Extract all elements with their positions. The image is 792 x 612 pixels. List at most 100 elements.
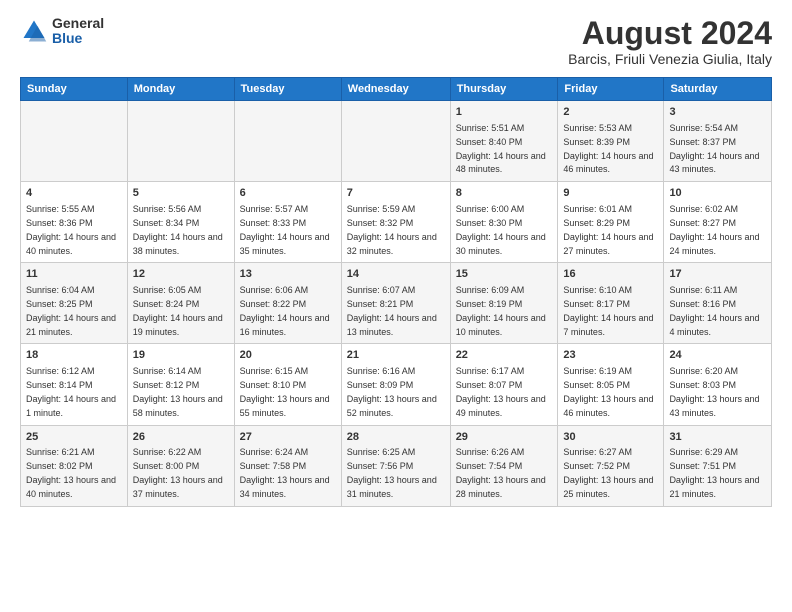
week-row-4: 18Sunrise: 6:12 AM Sunset: 8:14 PM Dayli… xyxy=(21,344,772,425)
week-row-2: 4Sunrise: 5:55 AM Sunset: 8:36 PM Daylig… xyxy=(21,182,772,263)
col-header-wednesday: Wednesday xyxy=(341,78,450,101)
logo-icon xyxy=(20,17,48,45)
day-number: 20 xyxy=(240,348,336,363)
day-cell xyxy=(234,101,341,182)
day-cell: 14 Sunrise: 6:07 AM Sunset: 8:21 PM Dayli… xyxy=(341,263,450,344)
day-info: Sunrise: 6:17 AM Sunset: 8:07 PM Dayligh… xyxy=(456,366,546,417)
day-info: Sunrise: 6:26 AM Sunset: 7:54 PM Dayligh… xyxy=(456,447,546,498)
day-cell: 26 Sunrise: 6:22 AM Sunset: 8:00 PM Dayli… xyxy=(127,425,234,506)
day-cell: 12 Sunrise: 6:05 AM Sunset: 8:24 PM Dayli… xyxy=(127,263,234,344)
day-number: 23 xyxy=(563,348,658,363)
day-cell: 16 Sunrise: 6:10 AM Sunset: 8:17 PM Dayli… xyxy=(558,263,664,344)
day-cell: 19Sunrise: 6:14 AM Sunset: 8:12 PM Dayli… xyxy=(127,344,234,425)
week-row-1: 1Sunrise: 5:51 AM Sunset: 8:40 PM Daylig… xyxy=(21,101,772,182)
day-info: Sunrise: 6:19 AM Sunset: 8:05 PM Dayligh… xyxy=(563,366,653,417)
day-info: Sunrise: 6:07 AM Sunset: 8:21 PM Dayligh… xyxy=(347,285,437,336)
day-cell: 6 Sunrise: 5:57 AM Sunset: 8:33 PM Daylig… xyxy=(234,182,341,263)
day-info: Sunrise: 6:00 AM Sunset: 8:30 PM Dayligh… xyxy=(456,204,546,255)
day-number: 16 xyxy=(563,267,658,282)
day-info: Sunrise: 6:16 AM Sunset: 8:09 PM Dayligh… xyxy=(347,366,437,417)
day-number: 19 xyxy=(133,348,229,363)
day-cell: 9 Sunrise: 6:01 AM Sunset: 8:29 PM Daylig… xyxy=(558,182,664,263)
day-info: Sunrise: 6:25 AM Sunset: 7:56 PM Dayligh… xyxy=(347,447,437,498)
day-number: 24 xyxy=(669,348,766,363)
day-info: Sunrise: 6:24 AM Sunset: 7:58 PM Dayligh… xyxy=(240,447,330,498)
day-cell: 15Sunrise: 6:09 AM Sunset: 8:19 PM Dayli… xyxy=(450,263,558,344)
day-info: Sunrise: 5:59 AM Sunset: 8:32 PM Dayligh… xyxy=(347,204,437,255)
page: General Blue August 2024 Barcis, Friuli … xyxy=(0,0,792,612)
day-cell: 17 Sunrise: 6:11 AM Sunset: 8:16 PM Dayli… xyxy=(664,263,772,344)
logo-text: General Blue xyxy=(52,16,104,47)
day-cell: 11Sunrise: 6:04 AM Sunset: 8:25 PM Dayli… xyxy=(21,263,128,344)
day-cell: 20 Sunrise: 6:15 AM Sunset: 8:10 PM Dayli… xyxy=(234,344,341,425)
day-number: 8 xyxy=(456,186,553,201)
calendar-table: SundayMondayTuesdayWednesdayThursdayFrid… xyxy=(20,77,772,506)
day-info: Sunrise: 6:15 AM Sunset: 8:10 PM Dayligh… xyxy=(240,366,330,417)
col-header-saturday: Saturday xyxy=(664,78,772,101)
header: General Blue August 2024 Barcis, Friuli … xyxy=(20,16,772,67)
day-info: Sunrise: 6:22 AM Sunset: 8:00 PM Dayligh… xyxy=(133,447,223,498)
day-number: 3 xyxy=(669,105,766,120)
day-number: 17 xyxy=(669,267,766,282)
day-cell: 24 Sunrise: 6:20 AM Sunset: 8:03 PM Dayli… xyxy=(664,344,772,425)
week-row-5: 25Sunrise: 6:21 AM Sunset: 8:02 PM Dayli… xyxy=(21,425,772,506)
col-header-thursday: Thursday xyxy=(450,78,558,101)
day-cell: 1Sunrise: 5:51 AM Sunset: 8:40 PM Daylig… xyxy=(450,101,558,182)
day-cell: 21 Sunrise: 6:16 AM Sunset: 8:09 PM Dayli… xyxy=(341,344,450,425)
day-info: Sunrise: 6:11 AM Sunset: 8:16 PM Dayligh… xyxy=(669,285,759,336)
day-info: Sunrise: 5:54 AM Sunset: 8:37 PM Dayligh… xyxy=(669,123,759,174)
day-number: 26 xyxy=(133,430,229,445)
subtitle: Barcis, Friuli Venezia Giulia, Italy xyxy=(568,51,772,67)
day-cell: 23 Sunrise: 6:19 AM Sunset: 8:05 PM Dayli… xyxy=(558,344,664,425)
day-number: 21 xyxy=(347,348,445,363)
day-cell: 29 Sunrise: 6:26 AM Sunset: 7:54 PM Dayli… xyxy=(450,425,558,506)
day-cell: 2Sunrise: 5:53 AM Sunset: 8:39 PM Daylig… xyxy=(558,101,664,182)
day-cell: 7Sunrise: 5:59 AM Sunset: 8:32 PM Daylig… xyxy=(341,182,450,263)
day-cell: 10Sunrise: 6:02 AM Sunset: 8:27 PM Dayli… xyxy=(664,182,772,263)
logo: General Blue xyxy=(20,16,104,47)
logo-blue-text: Blue xyxy=(52,31,104,46)
day-info: Sunrise: 6:09 AM Sunset: 8:19 PM Dayligh… xyxy=(456,285,546,336)
day-cell: 22Sunrise: 6:17 AM Sunset: 8:07 PM Dayli… xyxy=(450,344,558,425)
day-cell: 18Sunrise: 6:12 AM Sunset: 8:14 PM Dayli… xyxy=(21,344,128,425)
day-number: 28 xyxy=(347,430,445,445)
day-cell xyxy=(21,101,128,182)
col-header-friday: Friday xyxy=(558,78,664,101)
calendar-header-row: SundayMondayTuesdayWednesdayThursdayFrid… xyxy=(21,78,772,101)
day-info: Sunrise: 6:20 AM Sunset: 8:03 PM Dayligh… xyxy=(669,366,759,417)
day-number: 1 xyxy=(456,105,553,120)
day-cell xyxy=(341,101,450,182)
day-info: Sunrise: 5:57 AM Sunset: 8:33 PM Dayligh… xyxy=(240,204,330,255)
day-info: Sunrise: 6:05 AM Sunset: 8:24 PM Dayligh… xyxy=(133,285,223,336)
day-cell: 13 Sunrise: 6:06 AM Sunset: 8:22 PM Dayli… xyxy=(234,263,341,344)
day-cell: 4Sunrise: 5:55 AM Sunset: 8:36 PM Daylig… xyxy=(21,182,128,263)
day-cell: 8 Sunrise: 6:00 AM Sunset: 8:30 PM Daylig… xyxy=(450,182,558,263)
day-cell: 25Sunrise: 6:21 AM Sunset: 8:02 PM Dayli… xyxy=(21,425,128,506)
day-info: Sunrise: 6:04 AM Sunset: 8:25 PM Dayligh… xyxy=(26,285,116,336)
day-number: 6 xyxy=(240,186,336,201)
day-info: Sunrise: 6:21 AM Sunset: 8:02 PM Dayligh… xyxy=(26,447,116,498)
col-header-monday: Monday xyxy=(127,78,234,101)
day-cell: 28 Sunrise: 6:25 AM Sunset: 7:56 PM Dayli… xyxy=(341,425,450,506)
day-cell: 3 Sunrise: 5:54 AM Sunset: 8:37 PM Daylig… xyxy=(664,101,772,182)
day-cell: 5Sunrise: 5:56 AM Sunset: 8:34 PM Daylig… xyxy=(127,182,234,263)
day-info: Sunrise: 6:02 AM Sunset: 8:27 PM Dayligh… xyxy=(669,204,759,255)
title-block: August 2024 Barcis, Friuli Venezia Giuli… xyxy=(568,16,772,67)
day-info: Sunrise: 6:27 AM Sunset: 7:52 PM Dayligh… xyxy=(563,447,653,498)
day-info: Sunrise: 6:06 AM Sunset: 8:22 PM Dayligh… xyxy=(240,285,330,336)
day-cell: 30 Sunrise: 6:27 AM Sunset: 7:52 PM Dayli… xyxy=(558,425,664,506)
day-number: 12 xyxy=(133,267,229,282)
day-number: 18 xyxy=(26,348,122,363)
day-number: 29 xyxy=(456,430,553,445)
day-info: Sunrise: 6:10 AM Sunset: 8:17 PM Dayligh… xyxy=(563,285,653,336)
day-info: Sunrise: 5:53 AM Sunset: 8:39 PM Dayligh… xyxy=(563,123,653,174)
day-number: 9 xyxy=(563,186,658,201)
day-number: 14 xyxy=(347,267,445,282)
logo-general-text: General xyxy=(52,16,104,31)
day-number: 13 xyxy=(240,267,336,282)
week-row-3: 11Sunrise: 6:04 AM Sunset: 8:25 PM Dayli… xyxy=(21,263,772,344)
day-number: 30 xyxy=(563,430,658,445)
day-number: 4 xyxy=(26,186,122,201)
day-cell: 27Sunrise: 6:24 AM Sunset: 7:58 PM Dayli… xyxy=(234,425,341,506)
day-info: Sunrise: 6:01 AM Sunset: 8:29 PM Dayligh… xyxy=(563,204,653,255)
